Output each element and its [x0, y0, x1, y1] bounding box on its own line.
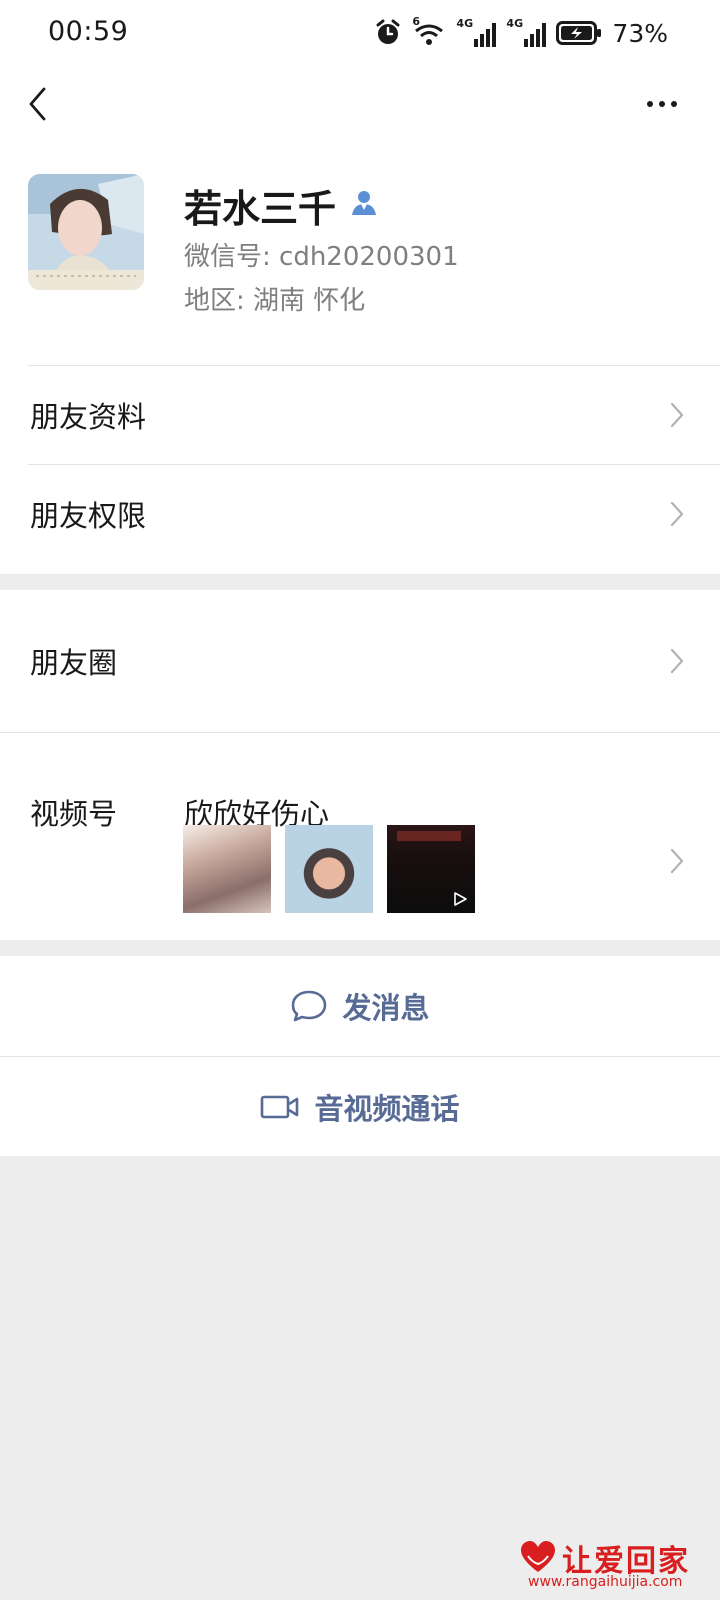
person-icon	[352, 191, 376, 215]
battery-percent: 73%	[612, 18, 668, 48]
row-moments[interactable]: 朋友圈	[0, 590, 720, 732]
moments-card: 朋友圈 视频号 欣欣好伤心	[0, 590, 720, 940]
channel-thumbnails	[183, 825, 475, 913]
send-message-label: 发消息	[342, 991, 430, 1025]
channel-thumbnail[interactable]	[183, 825, 271, 913]
actions-card: 发消息 音视频通话	[0, 956, 720, 1156]
video-call-label: 音视频通话	[314, 1092, 460, 1126]
chevron-right-icon	[670, 848, 684, 874]
wifi-icon: 6	[412, 15, 446, 47]
display-name: 若水三千	[184, 187, 337, 231]
row-label: 朋友资料	[30, 400, 147, 434]
battery-charging-icon	[556, 21, 602, 45]
row-label: 朋友权限	[30, 499, 147, 533]
region: 地区: 湖南 怀化	[184, 286, 366, 316]
row-friend-permissions[interactable]: 朋友权限	[0, 465, 720, 563]
status-time: 00:59	[48, 16, 129, 47]
watermark: 让爱回家 www.rangaihuijia.com	[518, 1536, 714, 1592]
send-message-button[interactable]: 发消息	[0, 956, 720, 1056]
video-camera-icon	[261, 1095, 299, 1119]
more-dots-icon	[647, 101, 653, 107]
watermark-url: www.rangaihuijia.com	[528, 1574, 683, 1590]
chevron-right-icon	[670, 648, 684, 674]
status-bar: 00:59 6 4G 4G 73%	[0, 0, 720, 68]
channel-thumbnail[interactable]	[387, 825, 475, 913]
heart-logo-icon	[521, 1541, 555, 1572]
more-button[interactable]	[640, 82, 684, 126]
play-icon	[454, 892, 467, 906]
status-icons: 6 4G 4G 73%	[374, 15, 668, 48]
signal-icon: 4G	[456, 17, 497, 47]
network-label: 4G	[456, 17, 474, 30]
avatar[interactable]	[28, 174, 144, 290]
chevron-left-icon	[29, 87, 46, 121]
row-friend-info[interactable]: 朋友资料	[0, 366, 720, 464]
network-label: 4G	[506, 17, 524, 30]
row-channels[interactable]: 视频号 欣欣好伤心	[0, 733, 720, 940]
chevron-right-icon	[670, 402, 684, 428]
chevron-right-icon	[670, 501, 684, 527]
alarm-icon	[376, 19, 400, 44]
video-call-button[interactable]: 音视频通话	[0, 1057, 720, 1157]
wechat-id: 微信号: cdh20200301	[184, 242, 459, 272]
row-label: 朋友圈	[30, 646, 118, 680]
chat-bubble-icon	[292, 990, 327, 1022]
profile-card: 若水三千 微信号: cdh20200301 地区: 湖南 怀化 朋友资料 朋友权…	[0, 68, 720, 574]
signal-icon: 4G	[506, 17, 547, 47]
channels-label: 视频号	[30, 797, 118, 831]
channel-thumbnail[interactable]	[285, 825, 373, 913]
wifi-badge: 6	[412, 15, 421, 28]
back-button[interactable]	[20, 82, 64, 126]
